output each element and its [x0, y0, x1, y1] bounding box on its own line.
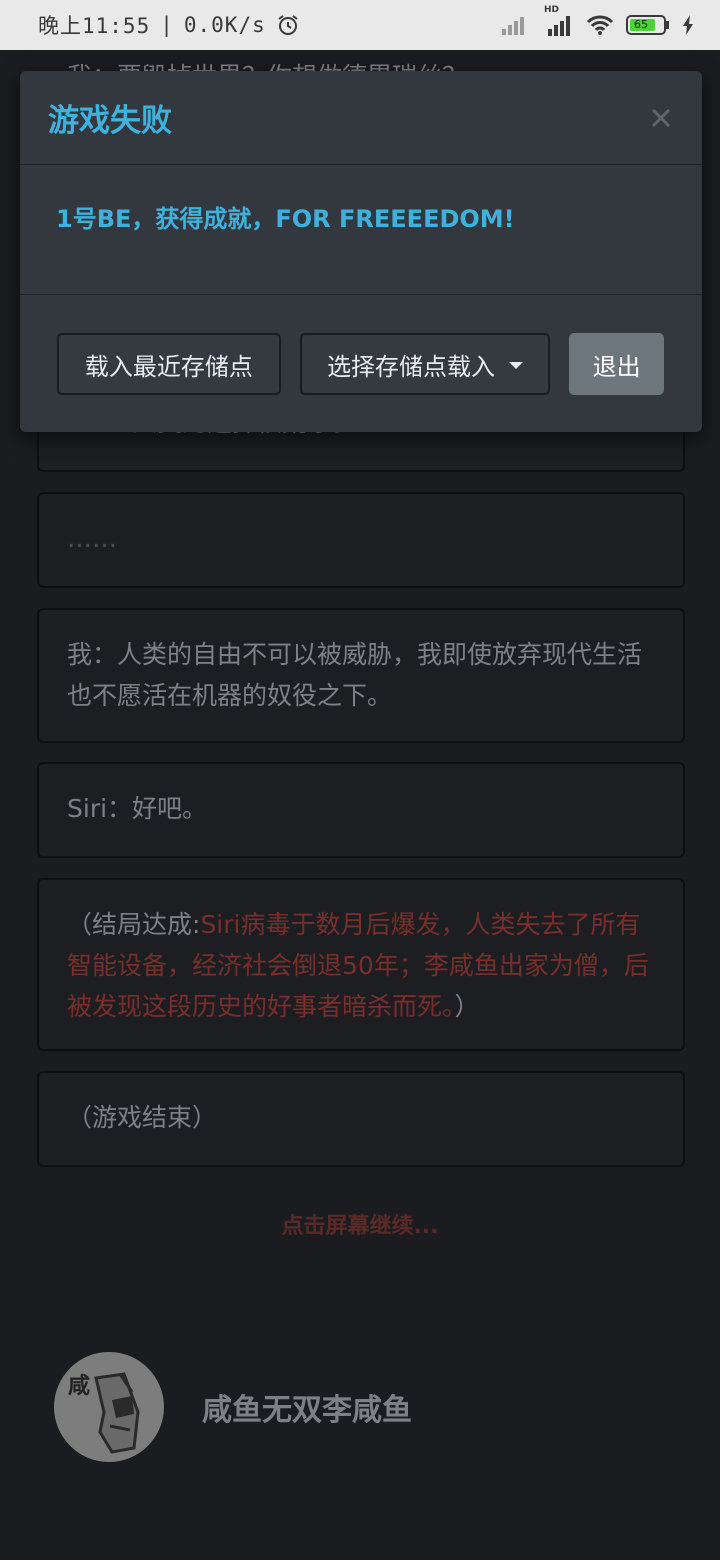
story-card-me: 我：人类的自由不可以被威胁，我即使放弃现代生活也不愿活在机器的奴役之下。 — [37, 608, 685, 743]
avatar-char: 咸 — [68, 1374, 91, 1399]
author-name: 咸鱼无双李咸鱼 — [202, 1393, 412, 1428]
modal-title: 游戏失败 — [48, 103, 172, 139]
ending-suffix: ） — [454, 992, 480, 1021]
siri-line: Siri：好吧。 — [67, 794, 208, 823]
close-icon[interactable] — [648, 105, 674, 131]
exit-button[interactable]: 退出 — [569, 333, 664, 395]
modal-header: 游戏失败 — [20, 71, 702, 165]
story-card-ending: （结局达成:Siri病毒于数月后爆发，人类失去了所有智能设备，经济社会倒退50年… — [37, 878, 685, 1051]
modal-footer: 载入最近存储点 选择存储点载入 退出 — [20, 295, 702, 395]
hd-badge: HD — [544, 5, 560, 15]
avatar: 咸 — [54, 1352, 164, 1462]
select-save-label: 选择存储点载入 — [327, 352, 496, 381]
me-line: 我：人类的自由不可以被威胁，我即使放弃现代生活也不愿活在机器的奴役之下。 — [67, 640, 643, 710]
load-latest-save-label: 载入最近存储点 — [84, 352, 253, 381]
exit-label: 退出 — [592, 352, 641, 381]
ending-prefix: （结局达成: — [67, 910, 201, 939]
author-info: 咸 咸鱼无双李咸鱼 — [54, 1352, 412, 1462]
caret-down-icon — [509, 361, 524, 369]
load-latest-save-button[interactable]: 载入最近存储点 — [57, 333, 281, 395]
modal-message: 1号BE，获得成就，FOR FREEEEDOM! — [56, 205, 515, 233]
story-card-siri: Siri：好吧。 — [37, 762, 685, 858]
game-over-modal: 游戏失败 1号BE，获得成就，FOR FREEEEDOM! 载入最近存储点 选择… — [20, 71, 702, 432]
story-card-game-over: （游戏结束） — [37, 1071, 685, 1167]
ellipsis-text: …… — [67, 524, 117, 553]
game-over-text: （游戏结束） — [67, 1103, 218, 1132]
modal-body: 1号BE，获得成就，FOR FREEEEDOM! — [20, 165, 702, 295]
select-save-dropdown[interactable]: 选择存储点载入 — [299, 333, 551, 395]
story-card-ellipsis: …… — [37, 492, 685, 588]
continue-hint[interactable]: 点击屏幕继续... — [0, 1208, 720, 1240]
